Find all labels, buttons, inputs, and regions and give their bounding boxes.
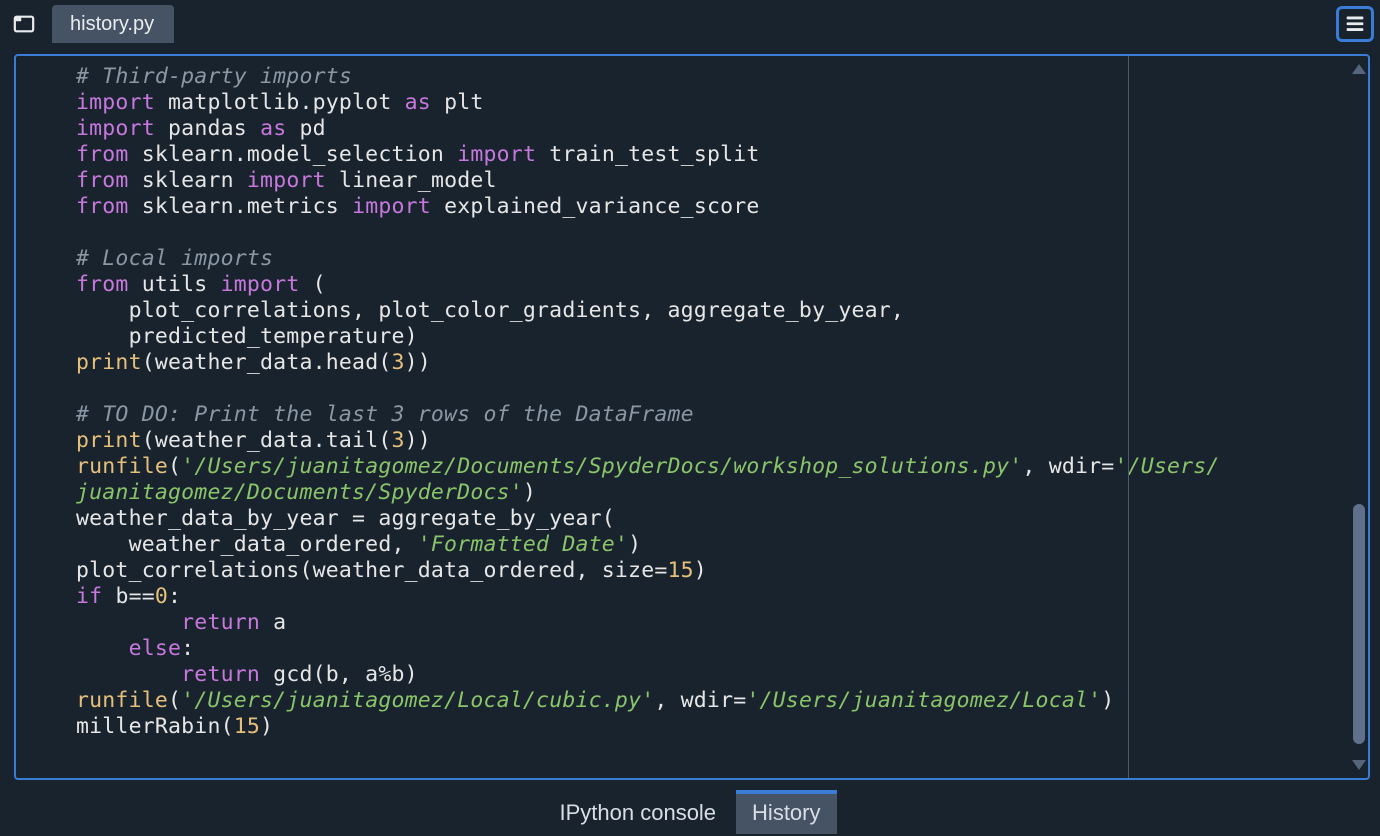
tok-punct: ) — [628, 532, 641, 557]
tok-punct: )) — [405, 350, 431, 375]
code-line: plot_correlations, plot_color_gradients,… — [76, 298, 904, 323]
tok-punct: ) — [523, 480, 536, 505]
scroll-up-icon[interactable] — [1352, 64, 1366, 74]
tab-bar: history.py — [0, 0, 1380, 48]
tok-module: sklearn.metrics — [142, 194, 339, 219]
tok-punct: : — [168, 584, 181, 609]
tok-ident: , wdir= — [1022, 454, 1114, 479]
tok-ident: gcd(b, a%b) — [260, 662, 418, 687]
tab-ipython-console[interactable]: IPython console — [544, 794, 733, 834]
tok-module: sklearn — [142, 168, 234, 193]
tok-punct: : — [181, 636, 194, 661]
tok-keyword: import — [76, 116, 155, 141]
tok-number: 3 — [391, 350, 404, 375]
code-area[interactable]: # Third-party imports import matplotlib.… — [16, 56, 1368, 778]
tok-keyword: return — [76, 610, 260, 635]
tok-keyword: return — [76, 662, 260, 687]
tok-module: sklearn.model_selection — [142, 142, 444, 167]
tok-number: 15 — [234, 714, 260, 739]
bottom-pane-tabs: IPython console History — [0, 786, 1380, 836]
tok-keyword: import — [76, 90, 155, 115]
tok-keyword: import — [247, 168, 326, 193]
options-menu-button[interactable] — [1336, 6, 1374, 42]
scroll-down-icon[interactable] — [1352, 760, 1366, 770]
tok-punct: ) — [1101, 688, 1114, 713]
tok-ident: b== — [102, 584, 155, 609]
tok-keyword: from — [76, 142, 129, 167]
tok-ident: millerRabin( — [76, 714, 234, 739]
tok-ident: weather_data.tail( — [155, 428, 392, 453]
tok-punct: ( — [142, 350, 155, 375]
tok-ident: weather_data.head( — [155, 350, 392, 375]
tok-punct: ( — [168, 688, 181, 713]
code-line: # Third-party imports — [76, 64, 352, 89]
tok-ident: a — [260, 610, 286, 635]
tok-keyword: from — [76, 168, 129, 193]
tok-string: '/Users/ — [1114, 454, 1219, 479]
tab-label: IPython console — [560, 800, 717, 825]
editor-wrap: # Third-party imports import matplotlib.… — [0, 48, 1380, 786]
tab-history[interactable]: History — [736, 790, 836, 834]
tok-ident: explained_variance_score — [444, 194, 759, 219]
tok-string: '/Users/juanitagomez/Local' — [746, 688, 1101, 713]
editor-pane[interactable]: # Third-party imports import matplotlib.… — [14, 54, 1370, 780]
tok-builtin: print — [76, 428, 142, 453]
tok-builtin: print — [76, 350, 142, 375]
tok-string: juanitagomez/Documents/SpyderDocs' — [76, 480, 523, 505]
tok-keyword: from — [76, 194, 129, 219]
code-line: # TO DO: Print the last 3 rows of the Da… — [76, 402, 694, 427]
tok-ident: plt — [444, 90, 483, 115]
tok-punct: ) — [260, 714, 273, 739]
tok-punct: ) — [694, 558, 707, 583]
tok-punct: ( — [142, 428, 155, 453]
tok-keyword: if — [76, 584, 102, 609]
tok-string: '/Users/juanitagomez/Local/cubic.py' — [181, 688, 654, 713]
tok-keyword: import — [457, 142, 536, 167]
code-line: # Local imports — [76, 246, 273, 271]
tok-ident: pd — [300, 116, 326, 141]
tok-ident: weather_data_ordered, — [76, 532, 418, 557]
tok-number: 15 — [667, 558, 693, 583]
tok-keyword: import — [221, 272, 300, 297]
tok-string: '/Users/juanitagomez/Documents/SpyderDoc… — [181, 454, 1022, 479]
tab-label: History — [752, 800, 820, 825]
tok-ident: , wdir= — [654, 688, 746, 713]
window-icon — [13, 13, 35, 35]
tok-keyword: import — [352, 194, 431, 219]
column-ruler — [1128, 56, 1129, 778]
tok-punct: ( — [168, 454, 181, 479]
tok-keyword: as — [405, 90, 431, 115]
scroll-thumb[interactable] — [1353, 504, 1365, 744]
tok-punct: )) — [405, 428, 431, 453]
tok-module: utils — [142, 272, 208, 297]
tok-keyword: else — [76, 636, 181, 661]
tok-ident: train_test_split — [549, 142, 759, 167]
hamburger-icon — [1343, 14, 1367, 34]
scrollbar[interactable] — [1352, 64, 1366, 770]
tok-string: 'Formatted Date' — [418, 532, 628, 557]
tok-ident: plot_correlations(weather_data_ordered, … — [76, 558, 667, 583]
tok-punct: ( — [313, 272, 326, 297]
tok-number: 0 — [155, 584, 168, 609]
code-line: predicted_temperature) — [76, 324, 418, 349]
tok-builtin: runfile — [76, 688, 168, 713]
file-tab-label: history.py — [70, 13, 154, 36]
tok-keyword: from — [76, 272, 129, 297]
tok-keyword: as — [260, 116, 286, 141]
tok-builtin: runfile — [76, 454, 168, 479]
code-line: weather_data_by_year = aggregate_by_year… — [76, 506, 615, 531]
browse-tabs-button[interactable] — [8, 8, 40, 40]
tok-module: matplotlib.pyplot — [168, 90, 391, 115]
file-tab-history[interactable]: history.py — [52, 5, 174, 43]
tok-module: pandas — [168, 116, 247, 141]
tok-ident: linear_model — [339, 168, 497, 193]
tok-number: 3 — [391, 428, 404, 453]
